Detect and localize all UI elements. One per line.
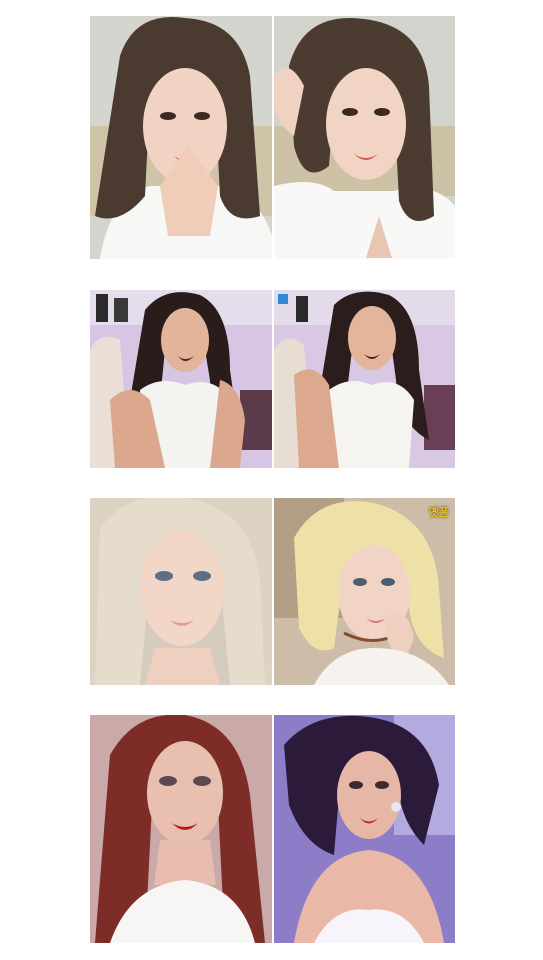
- photo-row4-right: [274, 715, 455, 943]
- photo-row2-right: [274, 290, 455, 468]
- photo-collage: 옛폰: [0, 0, 543, 960]
- photo-row1-right: [274, 16, 455, 259]
- photo-row4-left: [90, 715, 272, 943]
- photo-row2-left: [90, 290, 272, 468]
- photo-row3-left: [90, 498, 272, 685]
- photo-row3-right: 옛폰: [274, 498, 455, 685]
- channel-badge: 옛폰: [428, 506, 449, 519]
- photo-row1-left: [90, 16, 272, 259]
